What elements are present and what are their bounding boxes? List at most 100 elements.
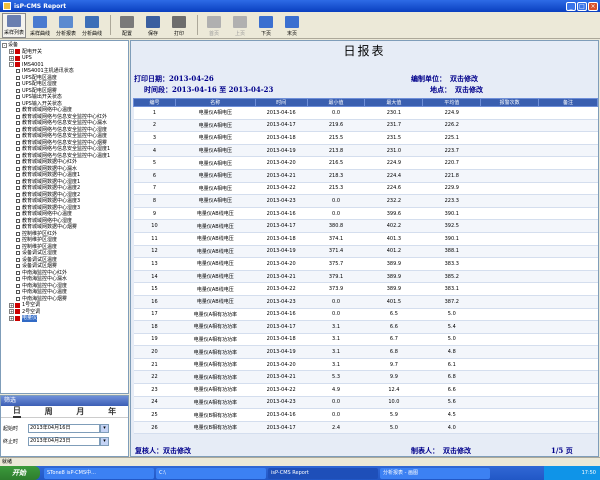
- table-cell: 2013-04-23: [255, 194, 308, 208]
- table-row[interactable]: 26 电量仪B相有功功率 2013-04-17 2.4 5.0 4.0: [133, 421, 598, 435]
- report-view[interactable]: 日报表 打印日期：2013-04-26 时间段：2013-04-16 至 201…: [130, 40, 599, 457]
- table-row[interactable]: 20 电量仪A相有功功率 2013-04-19 3.1 6.8 4.8: [133, 345, 598, 359]
- toolbar-button-0[interactable]: 采样列表: [2, 13, 26, 38]
- table-row[interactable]: 6 电量仪A相电压 2013-04-21 218.3 224.4 221.8: [133, 169, 598, 183]
- unit-value[interactable]: 双击修改: [450, 74, 478, 83]
- period-tab[interactable]: 月: [76, 406, 84, 417]
- table-row[interactable]: 17 电量仪A相有功功率 2013-04-16 0.0 6.5 5.0: [133, 308, 598, 322]
- expand-icon[interactable]: +: [9, 49, 14, 55]
- collapse-icon[interactable]: -: [2, 42, 7, 48]
- sensor-icon: [16, 160, 20, 165]
- table-cell: 6.7: [364, 333, 423, 347]
- table-row[interactable]: 15 电量仪AB线电压 2013-04-22 373.9 389.9 383.1: [133, 282, 598, 296]
- window-title-bar[interactable]: isP-CMS Report _ □ ×: [0, 0, 600, 12]
- table-cell: [538, 408, 598, 422]
- table-row[interactable]: 7 电量仪A相电压 2013-04-22 215.3 224.6 229.9: [133, 182, 598, 196]
- toolbar-button-label: 打印: [173, 31, 184, 37]
- toolbar-button-3[interactable]: 分析曲线: [80, 13, 104, 38]
- reviewer[interactable]: 复核人：双击修改: [135, 446, 191, 456]
- table-row[interactable]: 14 电量仪AB线电压 2013-04-21 379.1 389.9 385.2: [133, 270, 598, 284]
- table-cell: 389.9: [364, 282, 423, 296]
- table-row[interactable]: 18 电量仪A相有功功率 2013-04-17 3.1 6.6 5.4: [133, 320, 598, 334]
- preparer-value[interactable]: 双击修改: [443, 446, 471, 455]
- table-cell: 2: [133, 119, 176, 133]
- sensor-icon: [16, 251, 20, 256]
- table-cell: 电量仪A相有功功率: [175, 345, 256, 359]
- end-date-dropdown-icon[interactable]: ▾: [100, 437, 109, 446]
- sensor-icon: [16, 296, 20, 301]
- table-row[interactable]: 19 电量仪A相有功功率 2013-04-18 3.1 6.7 5.0: [133, 333, 598, 347]
- sensor-icon: [16, 277, 20, 282]
- collapse-icon[interactable]: -: [9, 62, 14, 68]
- table-cell: 401.2: [364, 245, 423, 259]
- device-tree[interactable]: - 设备 + 配电开关 + UPS - IMS4001 IMS4001主机通讯状态 UPS配电区温…: [0, 40, 129, 394]
- place-value[interactable]: 双击修改: [455, 85, 483, 94]
- table-row[interactable]: 5 电量仪A相电压 2013-04-20 216.5 224.9 220.7: [133, 156, 598, 170]
- table-cell: 5.3: [307, 370, 365, 385]
- start-button[interactable]: 开始: [0, 466, 40, 480]
- table-row[interactable]: 11 电量仪AB线电压 2013-04-18 374.1 401.3 390.1: [133, 232, 598, 246]
- minimize-button[interactable]: _: [566, 1, 576, 11]
- table-row[interactable]: 22 电量仪A相有功功率 2013-04-21 5.3 9.9 6.8: [133, 370, 598, 385]
- start-date-field[interactable]: 2013年04月16日: [28, 424, 100, 433]
- end-date-field[interactable]: 2013年04月23日: [28, 437, 100, 446]
- table-row[interactable]: 2 电量仪A相电压 2013-04-17 219.6 231.7 226.2: [133, 119, 598, 133]
- taskbar-task[interactable]: STone8 isP-CMS中...: [44, 467, 154, 479]
- expand-icon[interactable]: +: [9, 315, 14, 321]
- table-row[interactable]: 4 电量仪A相电压 2013-04-19 213.8 231.0 223.7: [133, 144, 598, 158]
- table-row[interactable]: 21 电量仪A相有功功率 2013-04-20 3.1 9.7 6.1: [133, 358, 598, 372]
- table-cell: 电量仪A相电压: [175, 194, 256, 208]
- table-row[interactable]: 8 电量仪A相电压 2013-04-23 0.0 232.2 223.3: [133, 194, 598, 208]
- maximize-button[interactable]: □: [577, 1, 587, 11]
- table-cell: [480, 169, 539, 183]
- place[interactable]: 地点： 双击修改: [430, 85, 483, 95]
- toolbar-button-9[interactable]: 下页: [254, 13, 278, 38]
- period-tab[interactable]: 年: [108, 406, 116, 417]
- preparer[interactable]: 制表人： 双击修改: [411, 446, 471, 456]
- expand-icon[interactable]: +: [9, 55, 14, 61]
- taskbar-task[interactable]: C:\: [156, 467, 266, 479]
- sensor-icon: [16, 173, 20, 178]
- print-icon: [172, 16, 186, 28]
- table-row[interactable]: 23 电量仪A相有功功率 2013-04-22 4.9 12.4 6.6: [133, 383, 598, 397]
- expand-icon[interactable]: +: [9, 309, 14, 315]
- table-row[interactable]: 10 电量仪AB线电压 2013-04-17 380.8 402.2 392.5: [133, 219, 598, 233]
- sensor-icon: [16, 88, 20, 93]
- toolbar-button-label: 分析报表: [55, 31, 76, 37]
- table-row[interactable]: 16 电量仪AB线电压 2013-04-23 0.0 401.5 387.2: [133, 295, 598, 309]
- table-row[interactable]: 9 电量仪AB线电压 2013-04-16 0.0 399.6 390.1: [133, 207, 598, 221]
- status-text: 就绪: [2, 459, 13, 465]
- period-tab[interactable]: 日: [12, 405, 21, 418]
- sensor-icon: [16, 140, 20, 145]
- table-cell: 电量仪AB线电压: [175, 207, 256, 221]
- table-row[interactable]: 25 电量仪B相有功功率 2013-04-16 0.0 5.9 4.5: [133, 408, 598, 422]
- table-cell: [480, 182, 539, 196]
- table-row[interactable]: 12 电量仪AB线电压 2013-04-19 371.4 401.2 388.1: [133, 245, 598, 259]
- table-cell: [480, 194, 539, 208]
- toolbar-button-6[interactable]: 打印: [167, 13, 191, 38]
- toolbar-button-4[interactable]: 配置: [115, 13, 139, 38]
- reviewer-value[interactable]: 双击修改: [163, 446, 191, 455]
- expand-icon[interactable]: +: [9, 302, 14, 308]
- tree-node[interactable]: + 电量仪: [2, 315, 128, 322]
- toolbar-button-10[interactable]: 末页: [280, 13, 304, 38]
- table-cell: 2013-04-18: [255, 131, 308, 145]
- toolbar-button-1[interactable]: 采样曲线: [28, 13, 52, 38]
- taskbar-task[interactable]: isP-CMS Report: [268, 467, 378, 479]
- period-tab[interactable]: 周: [45, 406, 53, 417]
- toolbar-button-2[interactable]: 分析报表: [54, 13, 78, 38]
- toolbar-button-5[interactable]: 保存: [141, 13, 165, 38]
- table-cell: [480, 219, 539, 233]
- table-row[interactable]: 3 电量仪A相电压 2013-04-18 215.5 231.5 225.1: [133, 131, 598, 145]
- start-date-dropdown-icon[interactable]: ▾: [100, 424, 109, 433]
- prev-page-icon: [233, 16, 247, 28]
- taskbar-task[interactable]: 分析报表 - 画图: [380, 467, 490, 479]
- table-row[interactable]: 13 电量仪AB线电压 2013-04-20 375.7 389.9 383.3: [133, 257, 598, 271]
- close-button[interactable]: ×: [588, 1, 598, 11]
- table-cell: [480, 131, 539, 145]
- table-row[interactable]: 24 电量仪A相有功功率 2013-04-23 0.0 10.0 5.6: [133, 396, 598, 410]
- compiling-unit[interactable]: 编制单位： 双击修改: [411, 74, 478, 84]
- table-cell: 224.9: [364, 156, 423, 170]
- table-row[interactable]: 1 电量仪A相电压 2013-04-16 0.0 230.1 224.9: [133, 106, 598, 120]
- start-date-row: 起始时 2013年04月16日 ▾: [1, 423, 128, 434]
